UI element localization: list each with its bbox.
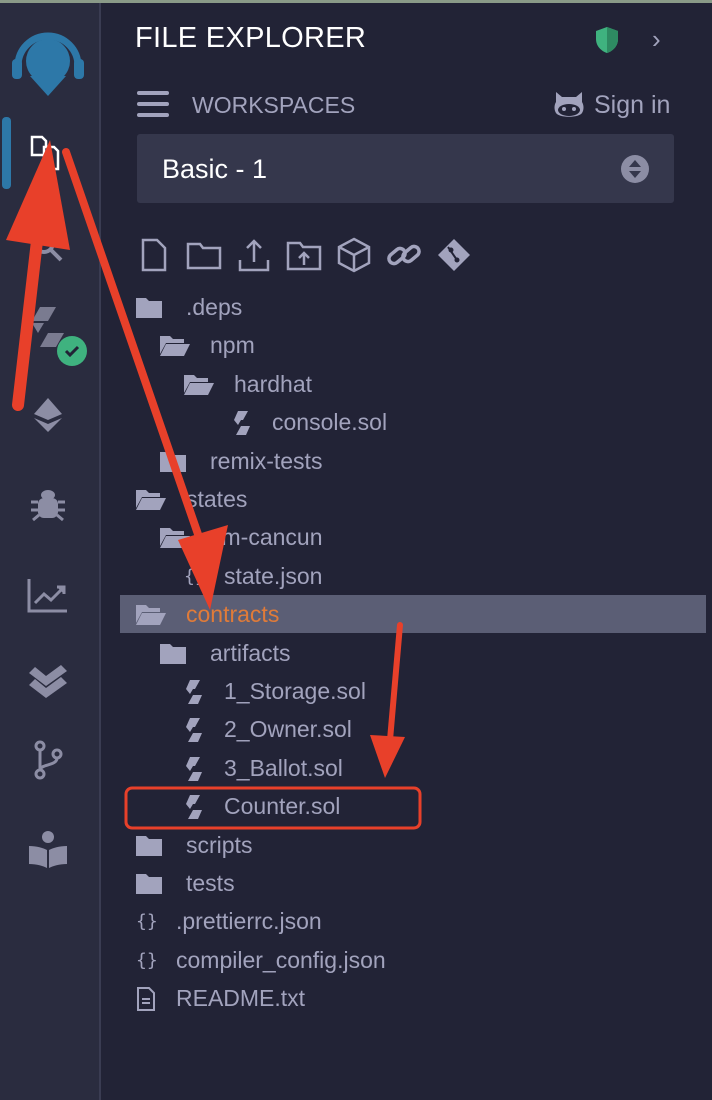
tree-item-label: state.json [224, 562, 323, 589]
tree-item-label: 1_Storage.sol [224, 678, 366, 704]
tree-file-row[interactable]: 1_Storage.sol [120, 672, 706, 710]
svg-text:{}: {} [136, 950, 158, 971]
text-file-icon [136, 987, 156, 1017]
folder-open-icon [160, 334, 190, 362]
folder-icon [136, 834, 162, 862]
folder-open-icon [136, 488, 166, 516]
workspace-select-value: Basic - 1 [162, 154, 268, 184]
tree-folder-row[interactable]: states [120, 480, 706, 518]
tree-file-row[interactable]: 3_Ballot.sol [120, 749, 706, 787]
learneth-icon[interactable] [22, 823, 74, 875]
solidity-file-icon [186, 795, 202, 825]
folder-open-icon [160, 526, 190, 554]
folder-open-icon [184, 373, 214, 401]
tree-file-row[interactable]: Counter.sol [120, 787, 706, 825]
tree-item-label: contracts [186, 601, 280, 628]
link-icon[interactable] [385, 236, 423, 274]
tree-item-label: artifacts [210, 639, 291, 666]
tree-file-row[interactable]: {} .prettierrc.json [120, 902, 706, 940]
tree-folder-row[interactable]: hardhat [120, 365, 706, 403]
file-explorer-icon[interactable] [22, 127, 74, 179]
remix-logo-icon[interactable] [8, 21, 88, 101]
unit-testing-icon[interactable] [22, 655, 74, 707]
tree-item-label: 2_Owner.sol [224, 716, 352, 743]
search-icon[interactable] [22, 221, 74, 273]
folder-icon [136, 296, 162, 324]
tree-file-row[interactable]: {} compiler_config.json [120, 941, 706, 979]
tree-item-label: console.sol [272, 409, 388, 436]
tree-folder-row[interactable]: contracts [120, 595, 706, 634]
json-file-icon: {} [136, 949, 160, 977]
git-icon[interactable] [22, 734, 74, 786]
tree-file-row[interactable]: 2_Owner.sol [120, 710, 706, 748]
tree-folder-row[interactable]: remix-tests [120, 442, 706, 480]
sign-in-button[interactable]: Sign in [552, 90, 670, 120]
folder-icon [160, 450, 186, 478]
select-arrows-icon [621, 155, 649, 183]
icon-panel [0, 3, 101, 1100]
new-folder-icon[interactable] [185, 236, 223, 274]
tree-item-label: tests [186, 870, 235, 896]
sign-in-label: Sign in [594, 90, 671, 119]
tree-folder-row[interactable]: tests [120, 864, 706, 902]
tree-folder-row[interactable]: scripts [120, 826, 706, 864]
tree-item-label: compiler_config.json [176, 946, 386, 973]
workspace-select[interactable]: Basic - 1 [137, 134, 674, 203]
window-top-border [0, 0, 712, 3]
hamburger-menu-icon[interactable] [137, 91, 169, 122]
tree-item-label: npm [210, 332, 255, 359]
solidity-file-icon [234, 411, 250, 441]
tree-item-label: 3_Ballot.sol [224, 754, 343, 781]
analysis-icon[interactable] [22, 569, 74, 621]
solidity-file-icon [186, 756, 202, 787]
tree-folder-row[interactable]: vm-cancun [120, 518, 706, 556]
git-diamond-icon[interactable] [435, 236, 473, 274]
tree-item-label: README.txt [176, 985, 306, 1012]
tree-item-label: vm-cancun [210, 524, 323, 551]
solidity-file-icon [186, 718, 202, 748]
tree-item-label: states [186, 486, 248, 512]
file-toolbar [135, 236, 473, 274]
folder-open-icon [136, 603, 166, 631]
tree-file-row[interactable]: {} state.json [120, 557, 706, 595]
folder-icon [160, 642, 186, 670]
tree-folder-row[interactable]: .deps [120, 288, 706, 326]
json-file-icon: {} [136, 910, 160, 938]
panel-title: FILE EXPLORER [135, 22, 367, 54]
new-file-icon[interactable] [135, 236, 173, 274]
compile-success-badge [57, 336, 87, 366]
tree-folder-row[interactable]: npm [120, 326, 706, 364]
upload-folder-icon[interactable] [285, 236, 323, 274]
tree-folder-row[interactable]: artifacts [120, 634, 706, 672]
workspaces-label: WORKSPACES [192, 92, 356, 118]
tree-item-label: .deps [186, 294, 243, 320]
publish-icon[interactable] [235, 236, 273, 274]
cube-icon[interactable] [335, 236, 373, 274]
tree-item-label: .prettierrc.json [176, 908, 322, 935]
tree-item-label: hardhat [234, 370, 313, 397]
json-file-icon: {} [184, 565, 208, 593]
solidity-file-icon [186, 680, 202, 710]
chevron-right-icon[interactable]: › [652, 24, 661, 55]
tree-file-row[interactable]: console.sol [120, 403, 706, 441]
folder-icon [136, 872, 162, 900]
shield-icon[interactable] [594, 26, 620, 59]
tree-item-label: Counter.sol [224, 793, 341, 820]
tree-file-row[interactable]: README.txt [120, 979, 706, 1017]
tree-item-label: remix-tests [210, 447, 323, 474]
debugger-icon[interactable] [22, 479, 74, 531]
svg-text:{}: {} [136, 911, 158, 932]
active-indicator [2, 117, 11, 189]
tree-item-label: scripts [186, 831, 253, 858]
deploy-run-icon[interactable] [22, 388, 74, 440]
svg-text:{}: {} [184, 566, 206, 587]
github-icon [554, 92, 584, 117]
